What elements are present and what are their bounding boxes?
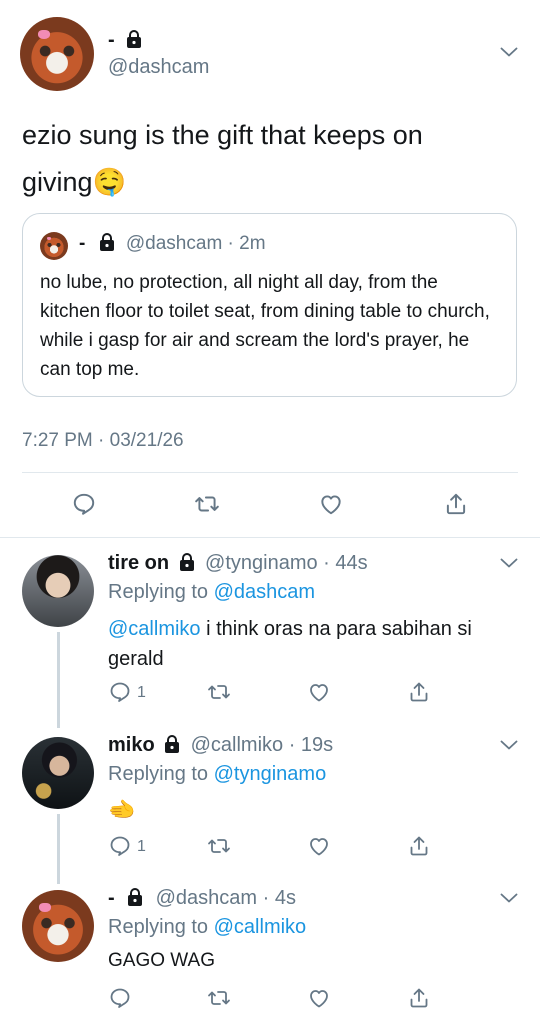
divider bbox=[0, 537, 540, 538]
quote-tweet-card[interactable]: - @dashcam · 2m no lube, no protection, … bbox=[22, 213, 517, 397]
reply-text: GAGO WAG bbox=[108, 950, 215, 971]
avatar[interactable] bbox=[22, 555, 94, 627]
share-icon[interactable] bbox=[407, 986, 431, 1010]
share-icon[interactable] bbox=[407, 834, 431, 858]
quote-text: no lube, no protection, all night all da… bbox=[40, 272, 490, 380]
reply-icon[interactable] bbox=[108, 986, 132, 1010]
lock-icon bbox=[99, 233, 115, 251]
lock-icon bbox=[126, 30, 142, 48]
reply-header: tire on @tynginamo · 44s bbox=[108, 552, 368, 574]
divider bbox=[22, 472, 518, 473]
retweet-icon[interactable] bbox=[207, 680, 231, 704]
avatar[interactable] bbox=[22, 737, 94, 809]
reply-text: 🫲 bbox=[108, 797, 136, 822]
chevron-down-icon[interactable] bbox=[500, 893, 518, 903]
reply-icon[interactable] bbox=[71, 491, 97, 517]
display-name[interactable]: - bbox=[108, 29, 142, 52]
avatar bbox=[40, 232, 68, 260]
avatar[interactable] bbox=[22, 890, 94, 962]
replying-to: Replying to @callmiko bbox=[108, 916, 307, 938]
retweet-icon[interactable] bbox=[207, 986, 231, 1010]
share-icon[interactable] bbox=[443, 491, 469, 517]
lock-icon bbox=[164, 735, 180, 753]
chevron-down-icon[interactable] bbox=[500, 558, 518, 568]
retweet-icon[interactable] bbox=[194, 491, 220, 517]
reply-icon[interactable] bbox=[108, 680, 132, 704]
like-icon[interactable] bbox=[318, 491, 344, 517]
like-icon[interactable] bbox=[307, 680, 331, 704]
reply-icon[interactable] bbox=[108, 834, 132, 858]
quote-header: - @dashcam · 2m bbox=[79, 233, 266, 254]
retweet-icon[interactable] bbox=[207, 834, 231, 858]
replying-to: Replying to @dashcam bbox=[108, 581, 316, 603]
avatar[interactable] bbox=[20, 17, 94, 91]
reply-header: miko @callmiko · 19s bbox=[108, 734, 334, 756]
reply-count: 1 bbox=[137, 684, 146, 701]
tweet-timestamp: 7:27 PM · 03/21/26 bbox=[22, 430, 184, 451]
tweet-text: ezio sung is the gift that keeps on givi… bbox=[22, 120, 423, 197]
handle[interactable]: @dashcam bbox=[108, 56, 209, 79]
lock-icon bbox=[127, 888, 143, 906]
like-icon[interactable] bbox=[307, 834, 331, 858]
like-icon[interactable] bbox=[307, 986, 331, 1010]
chevron-down-icon[interactable] bbox=[500, 47, 518, 57]
reply-text: @callmiko i think oras na para sabihan s… bbox=[108, 618, 472, 670]
chevron-down-icon[interactable] bbox=[500, 740, 518, 750]
reply-header: - @dashcam · 4s bbox=[108, 887, 296, 909]
lock-icon bbox=[179, 553, 195, 571]
reply-count: 1 bbox=[137, 838, 146, 855]
share-icon[interactable] bbox=[407, 680, 431, 704]
thread-line bbox=[57, 814, 60, 884]
replying-to: Replying to @tynginamo bbox=[108, 763, 327, 785]
mention-link[interactable]: @callmiko bbox=[108, 618, 201, 640]
thread-line bbox=[57, 632, 60, 728]
